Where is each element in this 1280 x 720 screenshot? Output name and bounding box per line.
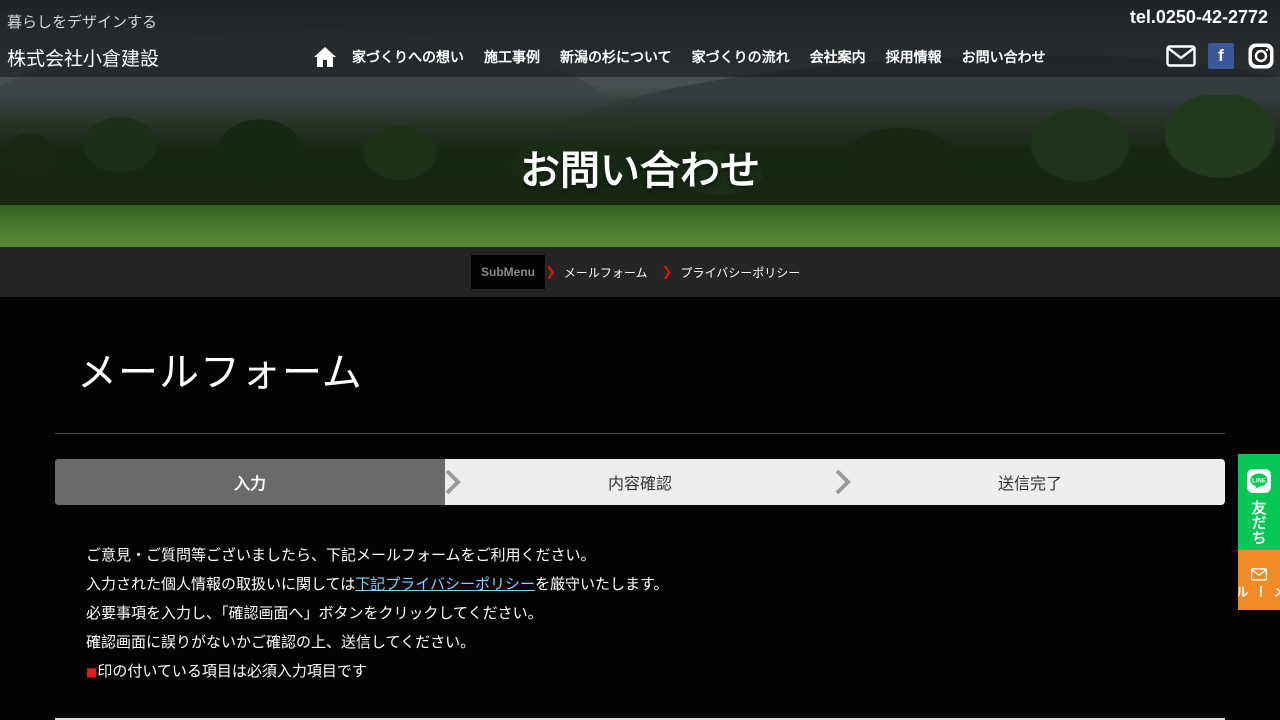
step-label: 入力 (233, 474, 266, 493)
social-links: f (1154, 42, 1276, 70)
step-label: 内容確認 (607, 474, 672, 493)
nav-item-niigata-cedar[interactable]: 新潟の杉について (560, 47, 672, 67)
intro-line: ■印の付いている項目は必須入力項目です (86, 662, 367, 680)
page-title: メールフォーム (77, 350, 363, 396)
side-mail-button[interactable]: メール (1238, 550, 1280, 610)
divider (55, 433, 1225, 434)
site-tagline: 暮らしをデザインする (7, 13, 158, 31)
global-nav: 家づくりへの想い 施工事例 新潟の杉について 家づくりの流れ 会社案内 採用情報… (312, 44, 1066, 70)
line-icon: LINE (1247, 469, 1271, 493)
nav-item-company[interactable]: 会社案内 (810, 47, 866, 67)
form-steps: 入力 内容確認 送信完了 (55, 459, 1225, 505)
line-add-friend-button[interactable]: LINE 友だち (1238, 454, 1280, 550)
site-logo[interactable]: 株式会社小倉建設 (7, 44, 159, 71)
privacy-policy-link[interactable]: 下記プライバシーポリシー (355, 575, 535, 593)
mail-button-label: メール (1238, 584, 1280, 598)
nav-item-contact[interactable]: お問い合わせ (962, 47, 1046, 67)
intro-line: 確認画面に誤りがないかご確認の上、送信してください。 (86, 633, 476, 651)
step-label: 送信完了 (997, 474, 1062, 493)
required-mark: ■ (86, 665, 98, 679)
chevron-right-icon (445, 469, 461, 495)
line-button-label: 友だち (1249, 500, 1268, 545)
mail-icon[interactable] (1166, 42, 1196, 70)
nav-item-recruit[interactable]: 採用情報 (886, 47, 942, 67)
nav-item-philosophy[interactable]: 家づくりへの想い (352, 47, 464, 67)
submenu-link-mailform[interactable]: メールフォーム (564, 264, 648, 281)
submenu-label: SubMenu (471, 255, 545, 289)
home-icon[interactable] (312, 45, 338, 69)
submenu-link-privacy[interactable]: プライバシーポリシー (680, 264, 800, 281)
intro-line: 入力された個人情報の取扱いに関しては下記プライバシーポリシーを厳守いたします。 (86, 575, 669, 593)
site-header: 暮らしをデザインする 株式会社小倉建設 tel.0250-42-2772 家づく… (0, 0, 1280, 77)
svg-text:LINE: LINE (1252, 479, 1266, 485)
chevron-right-icon: ❯ (661, 264, 673, 280)
step-complete: 送信完了 (835, 459, 1225, 505)
nav-item-flow[interactable]: 家づくりの流れ (692, 47, 790, 67)
step-confirm: 内容確認 (445, 459, 835, 505)
chevron-right-icon: ❯ (545, 264, 556, 280)
instagram-icon[interactable] (1246, 42, 1276, 70)
intro-line: ご意見・ご質問等ございましたら、下記メールフォームをご利用ください。 (86, 546, 596, 564)
mail-icon (1250, 568, 1268, 581)
hero-title: お問い合わせ (520, 148, 760, 194)
facebook-icon[interactable]: f (1208, 43, 1234, 69)
nav-item-works[interactable]: 施工事例 (484, 47, 540, 67)
form-intro: ご意見・ご質問等ございましたら、下記メールフォームをご利用ください。 入力された… (86, 541, 668, 687)
submenu-bar: SubMenu ❯ メールフォーム ❯ プライバシーポリシー (0, 247, 1280, 297)
phone-number[interactable]: tel.0250-42-2772 (1130, 7, 1268, 28)
intro-line: 必要事項を入力し、「確認画面へ」ボタンをクリックしてください。 (86, 604, 543, 622)
step-input: 入力 (55, 459, 445, 505)
chevron-right-icon (835, 469, 851, 495)
